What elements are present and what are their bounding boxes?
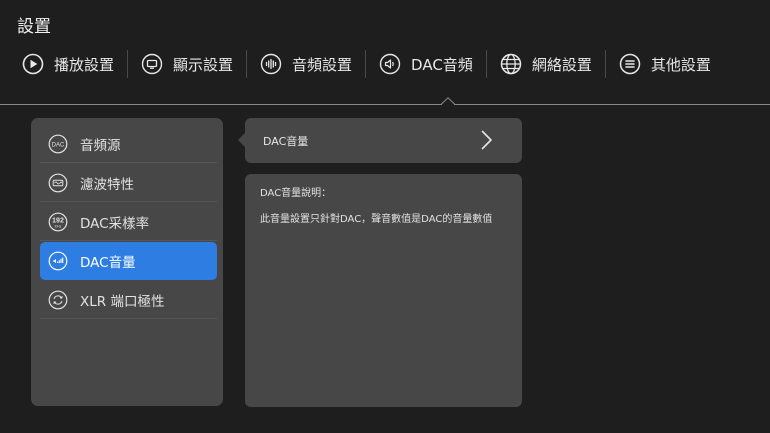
menu-divider: [40, 240, 217, 241]
polarity-icon: [48, 290, 68, 310]
tab-label: 其他設置: [650, 55, 711, 74]
menu-item-label: 濾波特性: [80, 177, 134, 193]
menu-icon: [619, 53, 641, 75]
detail-pointer: [238, 133, 245, 147]
setting-label: DAC音量: [263, 135, 309, 148]
menu-item-label: DAC音量: [80, 255, 136, 271]
chevron-right-icon: [481, 130, 492, 150]
audio-wave-icon: [260, 53, 282, 75]
menu-item-filter-characteristic[interactable]: 濾波特性: [40, 164, 217, 202]
tab-underline: [0, 104, 770, 105]
menu-divider: [40, 201, 217, 202]
play-icon: [22, 53, 44, 75]
sample-rate-icon-text: 192: [52, 218, 64, 225]
speaker-icon: [379, 53, 401, 75]
sample-rate-icon: 192 KHz: [48, 212, 68, 232]
tab-label: 顯示設置: [173, 55, 234, 74]
tab-label: 網絡設置: [531, 55, 592, 74]
tab-network-settings[interactable]: 網絡設置: [487, 48, 605, 80]
tab-label: DAC音頻: [411, 55, 473, 74]
tab-label: 音頻設置: [292, 55, 353, 74]
menu-item-audio-source[interactable]: DAC 音頻源: [40, 125, 217, 163]
description-title: DAC音量說明：: [260, 188, 332, 199]
dac-icon-text: DAC: [52, 142, 65, 148]
menu-divider: [40, 162, 217, 163]
dac-settings-menu: DAC 音頻源 濾波特性 192 KHz DAC采樣率 DAC音量 XLR 端口…: [31, 118, 223, 406]
tab-other-settings[interactable]: 其他設置: [606, 48, 724, 80]
settings-tab-bar: 播放設置 顯示設置 音頻設置 DAC音頻 網絡設置 其他設置: [22, 48, 724, 80]
dac-icon: DAC: [48, 134, 68, 154]
globe-icon: [500, 53, 522, 75]
menu-item-dac-sample-rate[interactable]: 192 KHz DAC采樣率: [40, 203, 217, 241]
menu-divider: [40, 318, 217, 319]
tab-dac-audio[interactable]: DAC音頻: [366, 48, 486, 80]
tab-audio-settings[interactable]: 音頻設置: [247, 48, 365, 80]
filter-icon: [48, 173, 68, 193]
dac-volume-setting-row[interactable]: DAC音量: [245, 118, 522, 163]
volume-icon: [48, 251, 68, 271]
menu-item-xlr-polarity[interactable]: XLR 端口極性: [40, 281, 217, 319]
page-title: 設置: [17, 17, 51, 37]
description-panel: DAC音量說明： 此音量設置只針對DAC，聲音數值是DAC的音量數值: [245, 174, 522, 407]
tab-label: 播放設置: [54, 55, 115, 74]
menu-item-label: DAC采樣率: [80, 216, 150, 232]
menu-item-dac-volume[interactable]: DAC音量: [40, 242, 217, 280]
sample-rate-icon-subtext: KHz: [55, 225, 62, 229]
monitor-icon: [141, 53, 163, 75]
tab-playback-settings[interactable]: 播放設置: [22, 48, 127, 80]
active-tab-indicator: [441, 97, 455, 108]
tab-display-settings[interactable]: 顯示設置: [128, 48, 246, 80]
menu-item-label: 音頻源: [80, 138, 121, 154]
menu-item-label: XLR 端口極性: [80, 294, 165, 310]
description-text: 此音量設置只針對DAC，聲音數值是DAC的音量數值: [260, 214, 493, 225]
